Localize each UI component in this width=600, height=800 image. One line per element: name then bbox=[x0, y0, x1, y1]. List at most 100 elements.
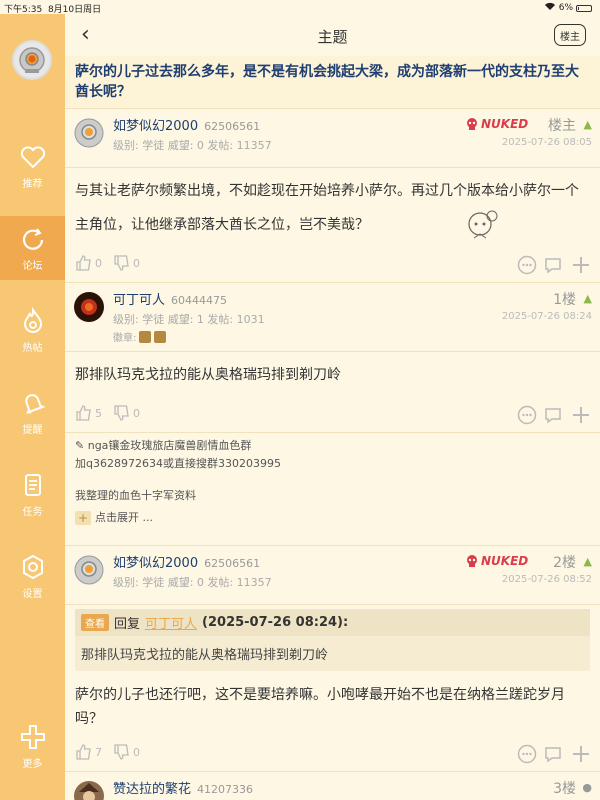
signature: ✎ nga镶金玫瑰旅店魔兽剧情血色群 加q3628972634或直接搜群3302… bbox=[65, 433, 600, 531]
thumbs-up-icon bbox=[76, 405, 91, 421]
battery-percent: 6% bbox=[558, 3, 573, 13]
user-id: 60444475 bbox=[171, 294, 228, 307]
thread-content[interactable]: 萨尔的儿子过去那么多年，是不是有机会挑起大梁，成为部落新一代的支柱乃至大酋长呢？… bbox=[65, 56, 600, 800]
skull-icon bbox=[467, 118, 477, 130]
gear-icon bbox=[22, 554, 43, 579]
sidebar-item-tasks[interactable]: 任务 bbox=[0, 462, 65, 526]
dislike-button[interactable]: 0 bbox=[113, 404, 140, 422]
view-tag-button[interactable]: 查看 bbox=[81, 614, 109, 631]
status-bar: 下午5:35 8月10日周日 6% bbox=[0, 0, 600, 15]
battery-icon bbox=[576, 4, 592, 12]
post-time: 2025-07-26 08:24 bbox=[501, 311, 592, 322]
android-icon: ▲ bbox=[583, 118, 592, 131]
avatar[interactable] bbox=[73, 780, 105, 800]
plus-icon: + bbox=[75, 511, 91, 525]
apple-icon: ● bbox=[582, 781, 592, 794]
user-meta: 级别: 学徒 威望: 1 发帖: 1031 bbox=[113, 313, 265, 326]
sidebar-item-label: 推荐 bbox=[22, 178, 43, 190]
post-time: 2025-07-26 08:05 bbox=[501, 137, 592, 148]
more-plus-icon[interactable] bbox=[570, 743, 592, 765]
username[interactable]: 如梦似幻2000 62506561 bbox=[113, 115, 260, 134]
post-time: 2025-07-26 08:52 bbox=[501, 574, 592, 585]
quote-block: 查看 回复 可丁可人 (2025-07-26 08:24): 那排队玛克戈拉的能… bbox=[75, 609, 590, 671]
topic-title: 萨尔的儿子过去那么多年，是不是有机会挑起大梁，成为部落新一代的支柱乃至大酋长呢？ bbox=[65, 56, 600, 108]
post-actions: 5 0 bbox=[65, 398, 600, 432]
badge-icon bbox=[154, 330, 167, 343]
battery-level bbox=[578, 6, 579, 10]
sidebar-item-hot[interactable]: 热帖 bbox=[0, 298, 65, 362]
sidebar-item-more[interactable]: 更多 bbox=[0, 714, 65, 778]
louzhu-only-button[interactable]: 楼主 bbox=[554, 24, 586, 46]
sidebar-item-remind[interactable]: 提醒 bbox=[0, 380, 65, 444]
page-title: 主题 bbox=[317, 28, 348, 46]
anime-sticker-icon bbox=[468, 210, 498, 239]
post-actions: 7 0 bbox=[65, 737, 600, 771]
thumbs-down-icon bbox=[114, 744, 129, 760]
android-icon: ▲ bbox=[583, 555, 592, 568]
post-header: 如梦似幻2000 62506561 级别: 学徒 威望: 0 发帖: 11357 … bbox=[65, 546, 600, 604]
bell-icon bbox=[24, 393, 46, 414]
floor-label: 楼主 bbox=[548, 118, 576, 134]
username[interactable]: 如梦似幻2000 62506561 bbox=[113, 552, 260, 571]
dislike-button[interactable]: 0 bbox=[113, 743, 140, 761]
skull-icon bbox=[467, 555, 477, 567]
thumbs-up-icon bbox=[76, 744, 91, 760]
like-button[interactable]: 0 bbox=[75, 254, 102, 272]
user-id: 41207336 bbox=[197, 783, 254, 796]
comment-icon[interactable] bbox=[516, 404, 538, 426]
avatar[interactable] bbox=[73, 291, 105, 323]
floor-label: 2楼 bbox=[553, 555, 576, 571]
reply-icon[interactable] bbox=[542, 743, 564, 765]
comment-icon[interactable] bbox=[516, 254, 538, 276]
sidebar-item-label: 设置 bbox=[22, 588, 43, 600]
wifi-icon bbox=[544, 2, 556, 14]
avatar[interactable] bbox=[73, 554, 105, 586]
post-header: 赞达拉的繁花 41207336 3楼 ● bbox=[65, 772, 600, 800]
dislike-button[interactable]: 0 bbox=[113, 254, 140, 272]
sidebar-item-label: 提醒 bbox=[22, 424, 43, 436]
like-button[interactable]: 7 bbox=[75, 743, 102, 761]
sidebar-item-label: 任务 bbox=[22, 506, 43, 518]
expand-button[interactable]: + 点击展开 ... bbox=[75, 509, 590, 527]
username[interactable]: 赞达拉的繁花 41207336 bbox=[113, 778, 253, 797]
more-plus-icon[interactable] bbox=[570, 254, 592, 276]
comment-icon[interactable] bbox=[516, 743, 538, 765]
sidebar-item-label: 论坛 bbox=[22, 260, 43, 272]
post-body: 萨尔的儿子也还行吧，这不是要培养嘛。小咆哮最开始不也是在纳格兰蹉跎岁月吗？ bbox=[75, 687, 565, 727]
badge-icon bbox=[139, 330, 152, 343]
sidebar-item-recommend[interactable]: 推荐 bbox=[0, 134, 65, 198]
reply-icon[interactable] bbox=[542, 404, 564, 426]
heart-icon bbox=[20, 145, 45, 168]
status-time: 下午5:35 8月10日周日 bbox=[4, 5, 102, 15]
reply-icon[interactable] bbox=[542, 254, 564, 276]
thumbs-up-icon bbox=[76, 255, 91, 271]
badge-row: 徽章: bbox=[113, 329, 167, 344]
flame-icon bbox=[23, 306, 42, 333]
thumbs-down-icon bbox=[114, 255, 129, 271]
username[interactable]: 可丁可人 60444475 bbox=[113, 289, 227, 308]
nuked-badge: NUKED bbox=[465, 554, 528, 568]
user-id: 62506561 bbox=[204, 120, 261, 133]
like-button[interactable]: 5 bbox=[75, 404, 102, 422]
sidebar-item-forum[interactable]: 论坛 bbox=[0, 216, 65, 280]
sidebar-item-label: 更多 bbox=[22, 758, 43, 770]
plus-icon bbox=[20, 724, 45, 749]
avatar[interactable] bbox=[73, 117, 105, 149]
post-body: 那排队玛克戈拉的能从奥格瑞玛排到剃刀岭 bbox=[75, 367, 341, 383]
user-id: 62506561 bbox=[204, 557, 261, 570]
post-header: 可丁可人 60444475 级别: 学徒 威望: 1 发帖: 1031 徽章: 1… bbox=[65, 283, 600, 351]
post-header: 如梦似幻2000 62506561 级别: 学徒 威望: 0 发帖: 11357 … bbox=[65, 109, 600, 167]
forum-swirl-icon bbox=[22, 227, 43, 250]
more-plus-icon[interactable] bbox=[570, 404, 592, 426]
quote-text: 那排队玛克戈拉的能从奥格瑞玛排到剃刀岭 bbox=[81, 648, 329, 663]
quoted-user-link[interactable]: 可丁可人 bbox=[145, 613, 197, 632]
post-body: 与其让老萨尔频繁出境，不如趁现在开始培养小萨尔。再过几个版本给小萨尔一个主角位，… bbox=[65, 168, 600, 248]
sidebar: 推荐 论坛 热帖 提醒 任务 设置 更多 bbox=[0, 0, 65, 800]
sidebar-item-label: 热帖 bbox=[22, 342, 43, 354]
pencil-icon: ✎ bbox=[75, 439, 85, 452]
floor-label: 1楼 bbox=[553, 292, 576, 308]
user-meta: 级别: 学徒 威望: 0 发帖: 11357 bbox=[113, 576, 272, 589]
user-avatar[interactable] bbox=[12, 40, 52, 80]
task-list-icon bbox=[24, 473, 41, 496]
sidebar-item-settings[interactable]: 设置 bbox=[0, 544, 65, 608]
